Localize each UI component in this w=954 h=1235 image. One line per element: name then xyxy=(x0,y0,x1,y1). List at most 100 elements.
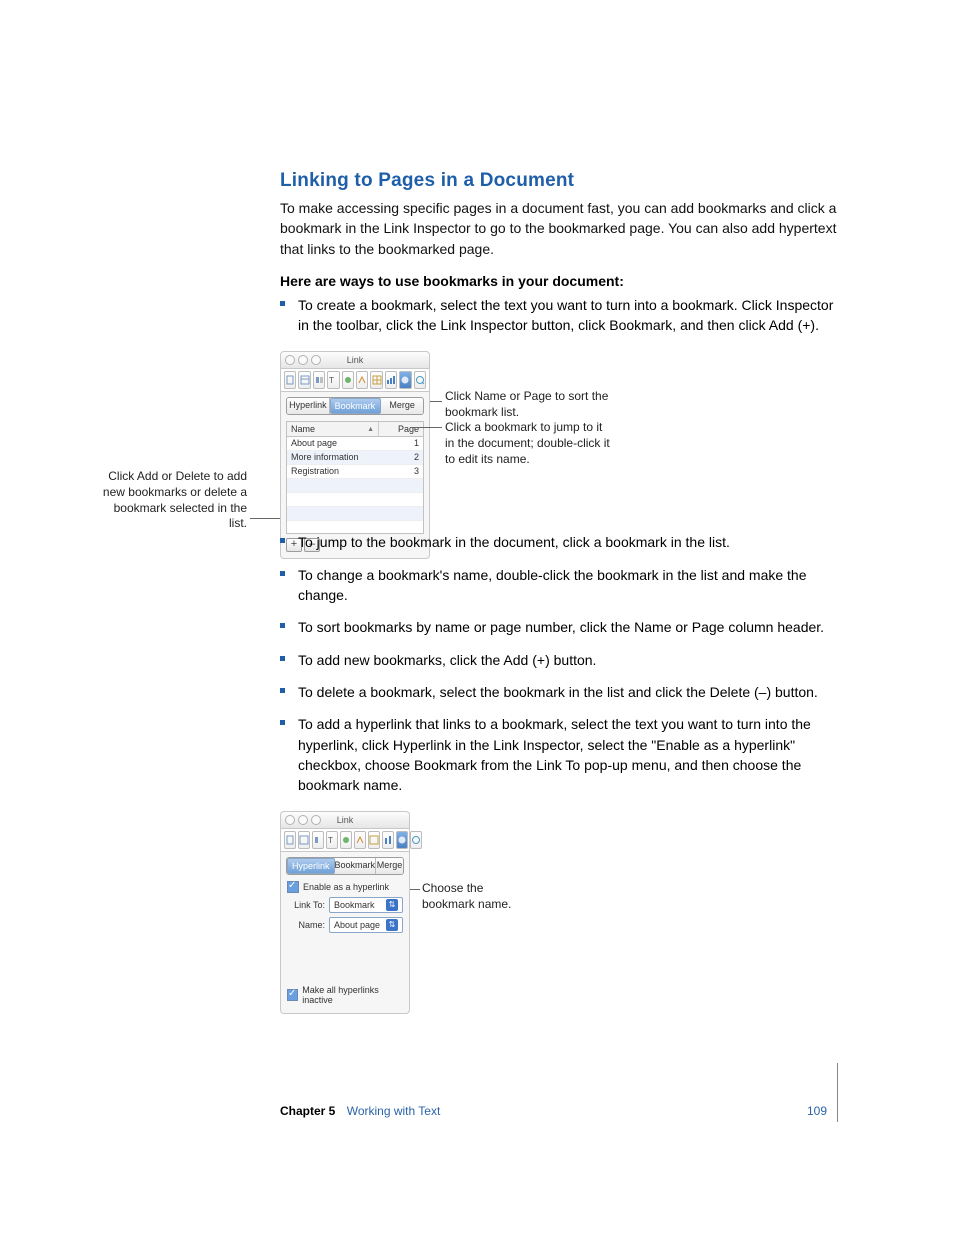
inspector-icon-row: T xyxy=(281,829,409,852)
chapter-number: Chapter 5 xyxy=(280,1104,335,1118)
inspector-icon-row: T xyxy=(281,369,429,392)
bullet-list-2: To jump to the bookmark in the document,… xyxy=(280,532,840,795)
link-inspector-hyperlink-window: Link T Hyperlink Bookmark Merge xyxy=(280,811,410,1014)
svg-text:T: T xyxy=(328,836,333,845)
linkto-label: Link To: xyxy=(287,900,325,910)
enable-hyperlink-label: Enable as a hyperlink xyxy=(303,882,389,892)
close-icon[interactable] xyxy=(285,355,295,365)
bullet-list-1: To create a bookmark, select the text yo… xyxy=(280,295,840,336)
callout-leader xyxy=(410,889,420,890)
wrap-inspector-icon[interactable] xyxy=(313,371,325,389)
link-inspector-icon[interactable] xyxy=(399,371,411,389)
callout-leader xyxy=(250,518,280,519)
list-item: To change a bookmark's name, double-clic… xyxy=(280,565,840,606)
bookmark-list: About page1 More information2 Registrati… xyxy=(286,436,424,534)
name-select[interactable]: About page⇅ xyxy=(329,917,403,933)
callout-leader xyxy=(410,427,442,428)
window-titlebar: Link xyxy=(281,812,409,829)
window-titlebar: Link xyxy=(281,352,429,369)
list-item: To jump to the bookmark in the document,… xyxy=(280,532,840,552)
inspector-tabs: Hyperlink Bookmark Merge xyxy=(286,857,404,875)
make-inactive-checkbox[interactable] xyxy=(287,989,298,1001)
dropdown-arrow-icon: ⇅ xyxy=(386,899,398,911)
enable-hyperlink-checkbox[interactable] xyxy=(287,881,299,893)
table-row xyxy=(287,507,423,521)
close-icon[interactable] xyxy=(285,815,295,825)
name-label: Name: xyxy=(287,920,325,930)
linkto-row: Link To: Bookmark⇅ xyxy=(287,897,403,913)
tab-bookmark[interactable]: Bookmark xyxy=(330,398,382,414)
layout-inspector-icon[interactable] xyxy=(298,831,310,849)
list-item: To create a bookmark, select the text yo… xyxy=(280,295,840,336)
figure-2-wrapper: Link T Hyperlink Bookmark Merge xyxy=(280,807,840,977)
doc-inspector-icon[interactable] xyxy=(284,831,296,849)
callout-leader xyxy=(430,401,442,402)
spacer xyxy=(281,937,409,981)
tab-hyperlink[interactable]: Hyperlink xyxy=(287,858,335,874)
page-footer: Chapter 5 Working with Text 109 xyxy=(280,1063,838,1122)
table-row xyxy=(287,479,423,493)
callout-jump: Click a bookmark to jump to it in the do… xyxy=(445,420,615,467)
intro-paragraph: To make accessing specific pages in a do… xyxy=(280,198,840,259)
wrap-inspector-icon[interactable] xyxy=(312,831,324,849)
dropdown-arrow-icon: ⇅ xyxy=(386,919,398,931)
graphic-inspector-icon[interactable] xyxy=(340,831,352,849)
zoom-icon[interactable] xyxy=(311,815,321,825)
footer-chapter: Chapter 5 Working with Text xyxy=(280,1104,440,1118)
link-inspector-icon[interactable] xyxy=(396,831,408,849)
text-inspector-icon[interactable]: T xyxy=(327,371,339,389)
table-row xyxy=(287,493,423,507)
linkto-select[interactable]: Bookmark⇅ xyxy=(329,897,403,913)
column-header-name[interactable]: Name▲ xyxy=(287,422,379,436)
callout-add-delete: Click Add or Delete to add new bookmarks… xyxy=(102,469,247,531)
layout-inspector-icon[interactable] xyxy=(298,371,310,389)
table-row[interactable]: About page1 xyxy=(287,437,423,451)
minimize-icon[interactable] xyxy=(298,355,308,365)
enable-hyperlink-row: Enable as a hyperlink xyxy=(287,881,403,893)
tab-merge[interactable]: Merge xyxy=(376,858,403,874)
window-title: Link xyxy=(347,355,364,365)
inspector-tabs: Hyperlink Bookmark Merge xyxy=(286,397,424,415)
table-inspector-icon[interactable] xyxy=(370,371,382,389)
doc-inspector-icon[interactable] xyxy=(284,371,296,389)
table-row[interactable]: More information2 xyxy=(287,451,423,465)
table-inspector-icon[interactable] xyxy=(368,831,380,849)
minimize-icon[interactable] xyxy=(298,815,308,825)
quicktime-inspector-icon[interactable] xyxy=(414,371,426,389)
chapter-title: Working with Text xyxy=(347,1104,441,1118)
bookmark-column-headers: Name▲ Page xyxy=(286,421,424,436)
traffic-lights xyxy=(285,815,321,825)
name-row: Name: About page⇅ xyxy=(287,917,403,933)
page-number: 109 xyxy=(807,1104,827,1118)
tab-merge[interactable]: Merge xyxy=(381,398,423,414)
zoom-icon[interactable] xyxy=(311,355,321,365)
section-heading: Linking to Pages in a Document xyxy=(280,170,840,192)
page-content: Linking to Pages in a Document To make a… xyxy=(280,170,840,977)
chart-inspector-icon[interactable] xyxy=(385,371,397,389)
list-item: To delete a bookmark, select the bookmar… xyxy=(280,682,840,702)
column-header-page[interactable]: Page xyxy=(379,422,423,436)
inactive-row: Make all hyperlinks inactive xyxy=(287,985,403,1005)
table-row[interactable]: Registration3 xyxy=(287,465,423,479)
list-item: To add new bookmarks, click the Add (+) … xyxy=(280,650,840,670)
sub-heading: Here are ways to use bookmarks in your d… xyxy=(280,273,840,289)
chart-inspector-icon[interactable] xyxy=(382,831,394,849)
traffic-lights xyxy=(285,355,321,365)
text-inspector-icon[interactable]: T xyxy=(326,831,338,849)
tab-hyperlink[interactable]: Hyperlink xyxy=(287,398,330,414)
list-item: To sort bookmarks by name or page number… xyxy=(280,617,840,637)
svg-text:T: T xyxy=(329,376,334,385)
window-title: Link xyxy=(337,815,354,825)
quicktime-inspector-icon[interactable] xyxy=(410,831,422,849)
metrics-inspector-icon[interactable] xyxy=(356,371,368,389)
link-inspector-bookmark-window: Link T Hyperlink Bookmark Merge Name▲ xyxy=(280,351,430,559)
graphic-inspector-icon[interactable] xyxy=(342,371,354,389)
figure-1-wrapper: Link T Hyperlink Bookmark Merge Name▲ xyxy=(280,347,840,532)
make-inactive-label: Make all hyperlinks inactive xyxy=(302,985,403,1005)
list-item: To add a hyperlink that links to a bookm… xyxy=(280,714,840,795)
sort-indicator-icon: ▲ xyxy=(367,426,374,433)
metrics-inspector-icon[interactable] xyxy=(354,831,366,849)
callout-choose-name: Choose the bookmark name. xyxy=(422,881,532,912)
callout-sort: Click Name or Page to sort the bookmark … xyxy=(445,389,615,420)
tab-bookmark[interactable]: Bookmark xyxy=(335,858,377,874)
